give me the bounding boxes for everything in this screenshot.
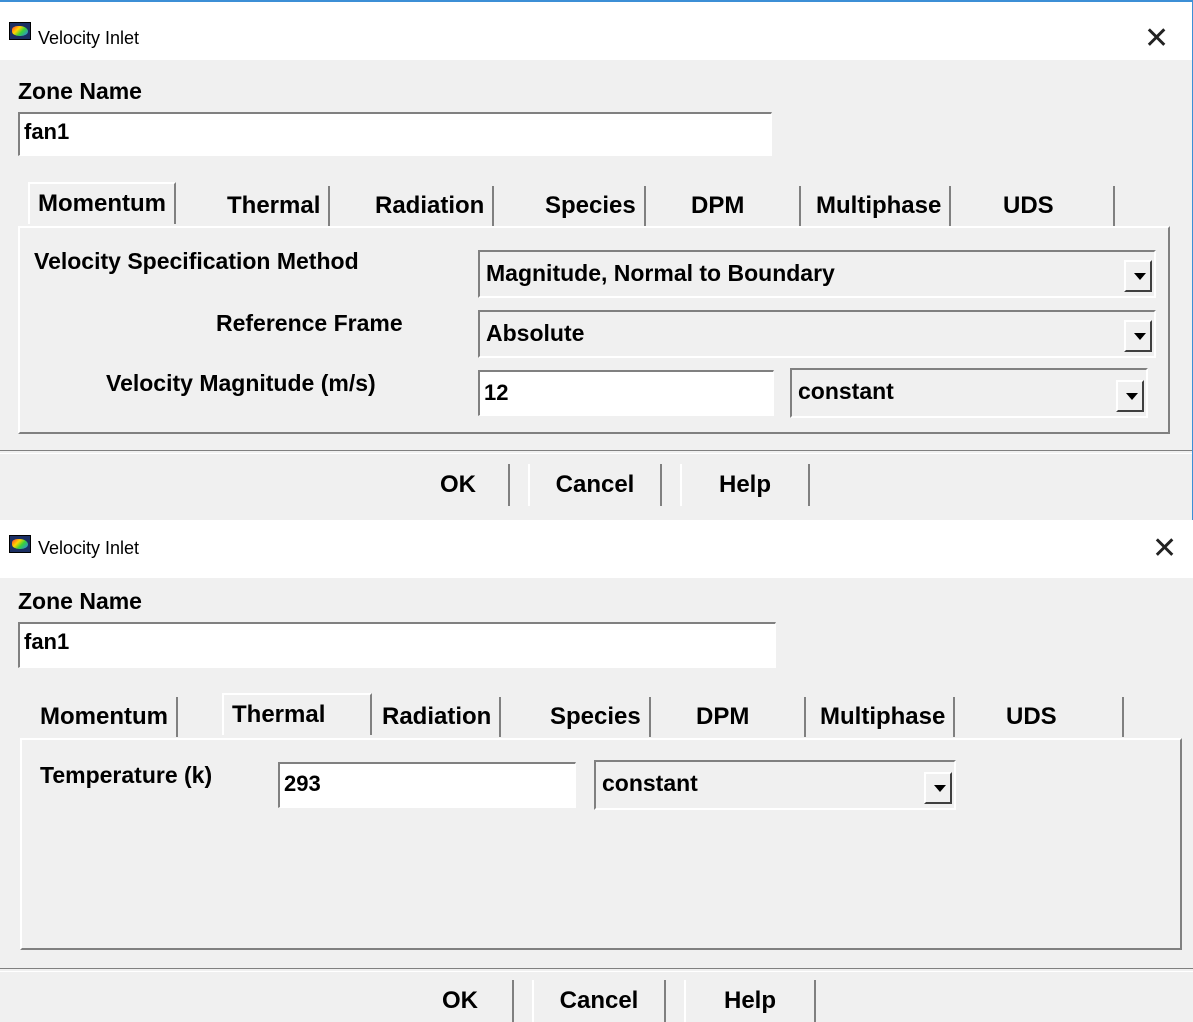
velocity-spec-label: Velocity Specification Method: [34, 248, 359, 274]
momentum-panel: Velocity Specification Method Magnitude,…: [18, 226, 1170, 434]
reference-frame-select[interactable]: Absolute: [478, 310, 1156, 358]
fluent-app-icon: [9, 22, 31, 40]
window-title: Velocity Inlet: [38, 28, 140, 48]
zone-name-label: Zone Name: [18, 588, 142, 614]
divider: [0, 968, 1193, 972]
zone-name-input[interactable]: fan1: [18, 112, 772, 156]
tab-uds[interactable]: UDS: [995, 186, 1115, 226]
thermal-panel: Temperature (k) 293 constant: [20, 738, 1182, 950]
tab-species[interactable]: Species: [537, 186, 646, 226]
tab-species[interactable]: Species: [542, 697, 651, 737]
tab-momentum[interactable]: Momentum: [32, 697, 178, 737]
velocity-spec-select[interactable]: Magnitude, Normal to Boundary: [478, 250, 1156, 298]
divider: [0, 450, 1192, 454]
cancel-button[interactable]: Cancel: [532, 980, 666, 1022]
tab-thermal[interactable]: Thermal: [222, 693, 372, 735]
tab-multiphase[interactable]: Multiphase: [808, 186, 952, 226]
close-icon[interactable]: ✕: [1144, 24, 1169, 54]
cancel-button[interactable]: Cancel: [528, 464, 662, 506]
temperature-input[interactable]: 293: [278, 762, 576, 808]
tab-uds[interactable]: UDS: [998, 697, 1124, 737]
fluent-app-icon: [9, 535, 31, 553]
chevron-down-icon[interactable]: [924, 772, 952, 804]
tab-multiphase[interactable]: Multiphase: [812, 697, 956, 737]
tab-momentum[interactable]: Momentum: [28, 182, 176, 224]
title-bar: Velocity Inlet ✕: [0, 520, 1193, 578]
close-icon[interactable]: ✕: [1152, 534, 1177, 564]
zone-name-input[interactable]: fan1: [18, 622, 776, 668]
tab-thermal[interactable]: Thermal: [219, 186, 331, 226]
chevron-down-icon[interactable]: [1116, 380, 1144, 412]
zone-name-label: Zone Name: [18, 78, 142, 104]
temperature-profile-value: constant: [602, 770, 698, 796]
tab-dpm[interactable]: DPM: [688, 697, 806, 737]
help-button[interactable]: Help: [680, 464, 810, 506]
tab-dpm[interactable]: DPM: [683, 186, 801, 226]
velocity-inlet-dialog-thermal: Velocity Inlet ✕ Zone Name fan1 Momentum…: [0, 520, 1193, 1022]
velocity-magnitude-profile-select[interactable]: constant: [790, 368, 1148, 418]
velocity-magnitude-label: Velocity Magnitude (m/s): [106, 370, 376, 396]
tab-radiation[interactable]: Radiation: [374, 697, 502, 737]
title-bar: Velocity Inlet ✕: [0, 2, 1192, 60]
chevron-down-icon[interactable]: [1124, 320, 1152, 352]
tab-radiation[interactable]: Radiation: [367, 186, 495, 226]
velocity-inlet-dialog-momentum: Velocity Inlet ✕ Zone Name fan1 Momentum…: [0, 0, 1193, 520]
chevron-down-icon[interactable]: [1124, 260, 1152, 292]
ok-button[interactable]: OK: [408, 980, 514, 1022]
velocity-magnitude-profile-value: constant: [798, 378, 894, 404]
reference-frame-label: Reference Frame: [216, 310, 403, 336]
velocity-magnitude-input[interactable]: 12: [478, 370, 774, 416]
window-title: Velocity Inlet: [38, 538, 140, 558]
reference-frame-value: Absolute: [486, 320, 585, 346]
velocity-spec-value: Magnitude, Normal to Boundary: [486, 260, 835, 286]
help-button[interactable]: Help: [684, 980, 816, 1022]
ok-button[interactable]: OK: [408, 464, 510, 506]
temperature-profile-select[interactable]: constant: [594, 760, 956, 810]
temperature-label: Temperature (k): [40, 762, 213, 788]
